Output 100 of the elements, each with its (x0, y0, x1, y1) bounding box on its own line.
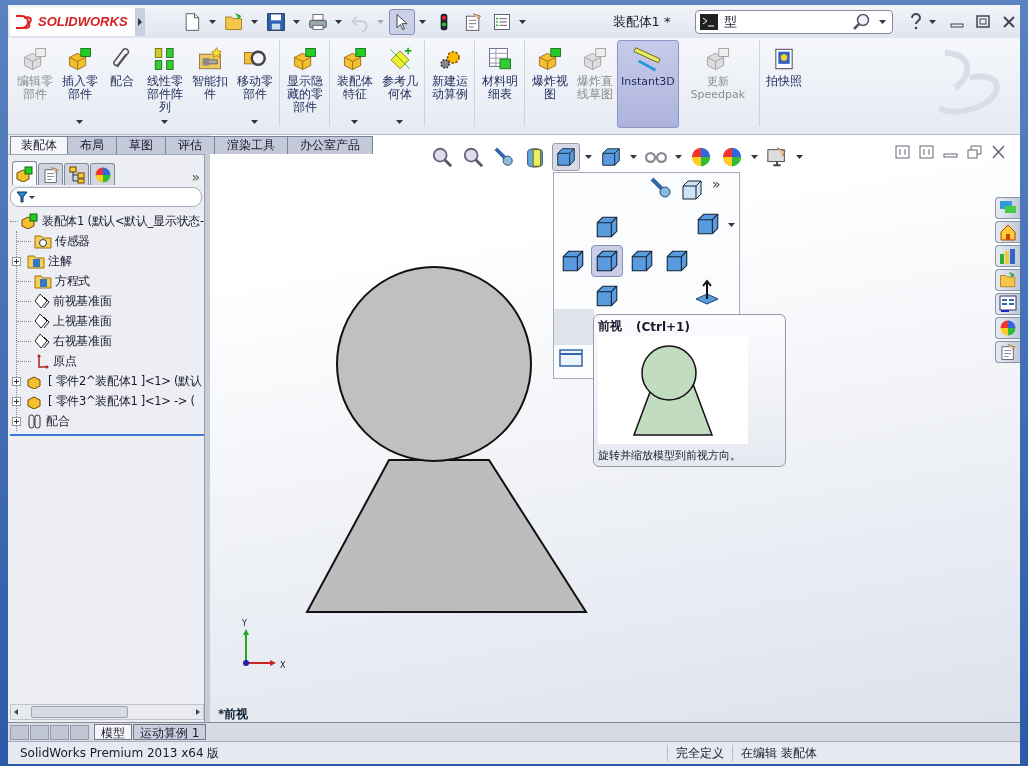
expand-toggle-icon[interactable] (12, 416, 21, 426)
expand-toggle-icon[interactable] (12, 256, 21, 266)
right-arrow-icon[interactable] (196, 709, 200, 715)
caret-icon[interactable] (675, 155, 682, 159)
tree-item[interactable]: [ 零件3^装配体1 ]<1> -> ( (48, 393, 195, 409)
ribbon-tab[interactable]: 装配体 (10, 136, 68, 154)
caret-icon[interactable] (335, 19, 342, 24)
checklist-icon (492, 11, 512, 32)
tree-item[interactable]: 方程式 (55, 273, 91, 289)
toolbar-button[interactable] (389, 8, 415, 35)
more-button[interactable]: » (191, 169, 200, 185)
caret-icon[interactable] (76, 120, 83, 124)
document-tab[interactable]: 运动算例 1 (133, 724, 207, 740)
maximize-icon[interactable] (976, 14, 990, 29)
filter-field[interactable] (10, 187, 202, 207)
more-button[interactable]: » (712, 176, 721, 192)
caret-icon[interactable] (209, 19, 216, 24)
ribbon-button[interactable]: 装配体特征 (332, 40, 377, 128)
tree-item[interactable]: 注解 (48, 253, 72, 269)
caret-icon[interactable] (251, 19, 258, 24)
document-tab[interactable]: 模型 (94, 724, 132, 740)
scrollbar[interactable] (10, 704, 204, 720)
cube-icon[interactable] (680, 178, 704, 202)
caret-icon[interactable] (728, 223, 735, 227)
ribbon-button[interactable]: 材料明细表 (477, 40, 522, 128)
tree-item[interactable]: 原点 (53, 353, 77, 369)
cube-icon (695, 211, 721, 237)
close-icon[interactable] (1002, 14, 1016, 29)
color-ball-icon (999, 319, 1017, 337)
status-text: 在编辑 装配体 (732, 744, 826, 762)
expand-toggle-icon[interactable] (12, 396, 21, 406)
plane-icon (34, 333, 50, 349)
ribbon-tab[interactable]: 办公室产品 (287, 136, 373, 154)
ribbon-button[interactable]: 显示隐藏的零部件 (282, 40, 327, 128)
folder-icon (224, 11, 244, 32)
axis-label: Y (242, 619, 247, 628)
printer-icon (308, 11, 328, 32)
terminal-icon (700, 13, 718, 30)
zoom-icon (462, 146, 484, 168)
tree-item[interactable]: 右视基准面 (53, 333, 112, 349)
caret-icon[interactable] (396, 120, 403, 124)
expand-toggle-icon[interactable] (12, 376, 21, 386)
task-pane-tab[interactable] (995, 293, 1020, 315)
view-toolbar-button[interactable] (552, 143, 580, 171)
panel-tab[interactable] (38, 163, 63, 185)
tree-item[interactable]: 装配体1 (默认<默认_显示状态- (42, 213, 204, 229)
ribbon-button[interactable]: 插入零部件 (57, 40, 102, 128)
caret-icon[interactable] (251, 120, 258, 124)
filter-icon (16, 191, 36, 203)
caret-icon[interactable] (585, 155, 592, 159)
task-pane-tab[interactable] (995, 221, 1020, 243)
close-icon[interactable] (991, 145, 1006, 159)
ribbon-button[interactable]: 移动零部件 (232, 40, 277, 128)
tree-item[interactable]: [ 零件2^装配体1 ]<1> (默认 (48, 373, 202, 389)
task-pane-tab[interactable] (995, 341, 1020, 363)
normal-to-icon[interactable] (694, 279, 720, 305)
tree-item[interactable]: 传感器 (55, 233, 91, 249)
menu-item-background (554, 309, 594, 345)
zoom-icon (431, 146, 453, 168)
ribbon-button[interactable]: 参考几何体 (377, 40, 422, 128)
tree-item[interactable]: 配合 (46, 413, 70, 429)
view-button[interactable] (591, 245, 623, 277)
caret-icon[interactable] (161, 120, 168, 124)
ribbon-button[interactable]: 拍快照 (761, 40, 806, 128)
cube-icon (594, 214, 620, 240)
caret-icon[interactable] (796, 155, 803, 159)
caret-icon[interactable] (879, 19, 886, 24)
restore-icon[interactable] (967, 145, 982, 159)
paperclip-icon (27, 413, 43, 429)
ribbon-button[interactable]: Instant3D (617, 40, 679, 128)
caret-icon[interactable] (751, 155, 758, 159)
ribbon-button[interactable]: 新建运动算例 (427, 40, 472, 128)
ribbon-tab[interactable]: 评估 (165, 136, 215, 154)
panel-tab[interactable] (64, 163, 89, 185)
caret-icon[interactable] (293, 19, 300, 24)
ribbon-button[interactable]: 配合 (102, 40, 142, 128)
axis-label: X (280, 661, 286, 670)
task-pane-tab[interactable] (995, 245, 1020, 267)
tree-item[interactable]: 上视基准面 (53, 313, 112, 329)
ribbon-button[interactable]: 爆炸视图 (527, 40, 572, 128)
caret-icon[interactable] (419, 19, 426, 24)
ribbon-button[interactable]: 线性零部件阵列 (142, 40, 187, 128)
ribbon-button[interactable]: 智能扣件 (187, 40, 232, 128)
caret-icon[interactable] (929, 19, 936, 24)
view-name: *前视 (218, 706, 249, 722)
caret-icon[interactable] (630, 155, 637, 159)
task-pane-tab[interactable] (995, 317, 1020, 339)
ribbon-tab[interactable]: 渲染工具 (214, 136, 288, 154)
search-field[interactable]: 型 (695, 9, 893, 34)
caret-icon[interactable] (351, 120, 358, 124)
left-arrow-icon[interactable] (14, 709, 18, 715)
help-icon[interactable] (909, 12, 923, 31)
ribbon-tab[interactable]: 布局 (67, 136, 117, 154)
window-icon[interactable] (559, 348, 583, 368)
table-icon (486, 46, 513, 72)
panel-tab[interactable] (90, 163, 115, 185)
panel-tab[interactable] (12, 161, 37, 185)
tree-item[interactable]: 前视基准面 (53, 293, 112, 309)
ribbon-tab[interactable]: 草图 (116, 136, 166, 154)
caret-icon[interactable] (519, 19, 526, 24)
